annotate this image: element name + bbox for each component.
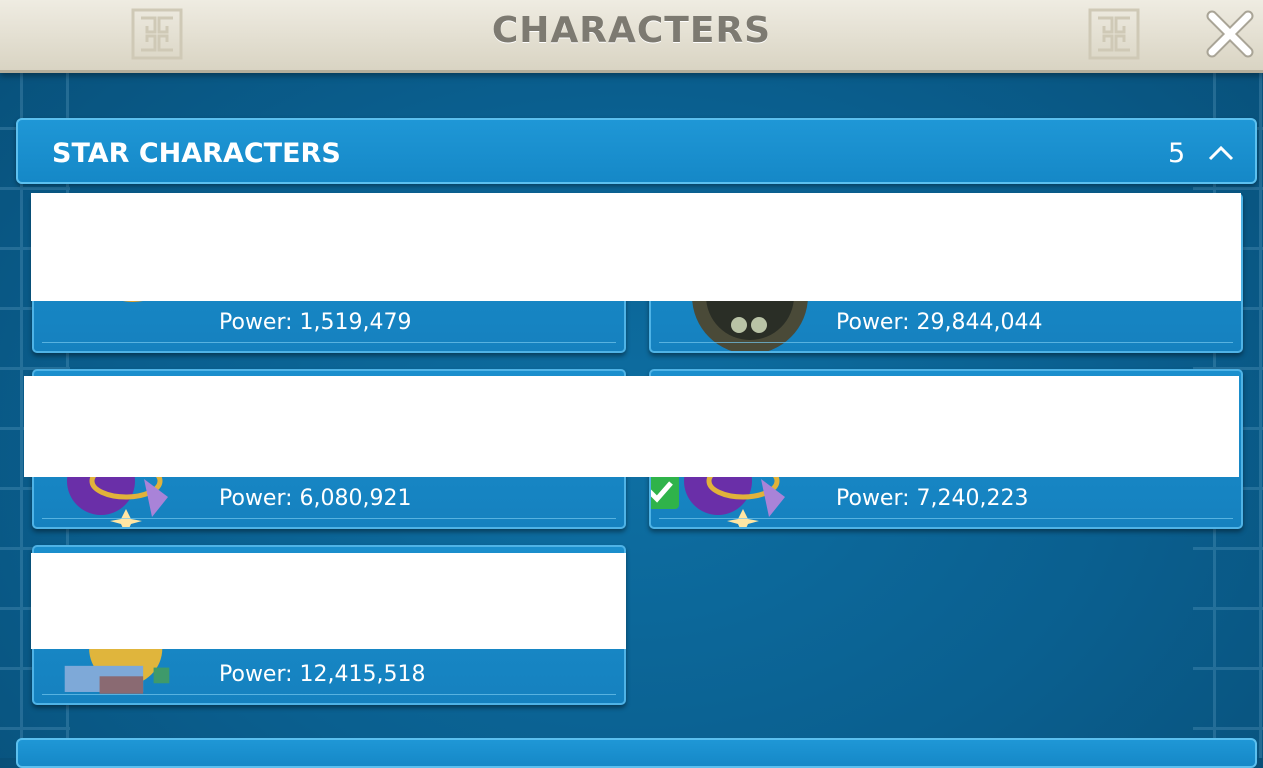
star-characters-header[interactable]: STAR CHARACTERS 5 bbox=[16, 118, 1257, 184]
card-divider bbox=[659, 518, 1233, 519]
page-title: CHARACTERS bbox=[491, 10, 772, 51]
card-divider bbox=[42, 694, 616, 695]
character-power: Power: 12,415,518 bbox=[219, 662, 426, 687]
card-divider bbox=[42, 518, 616, 519]
title-bar: CHARACTERS bbox=[0, 0, 1263, 73]
section-title: STAR CHARACTERS bbox=[52, 138, 341, 169]
card-divider bbox=[42, 342, 616, 343]
character-power: Power: 7,240,223 bbox=[836, 486, 1029, 511]
chevron-up-icon[interactable] bbox=[1206, 140, 1236, 166]
card-divider bbox=[659, 342, 1233, 343]
close-icon[interactable] bbox=[1204, 8, 1256, 60]
redacted-area bbox=[31, 193, 1241, 301]
meander-ornament-icon bbox=[1088, 8, 1140, 60]
character-power: Power: 29,844,044 bbox=[836, 310, 1043, 335]
next-section-header[interactable] bbox=[16, 738, 1257, 768]
selected-check-icon bbox=[651, 473, 679, 509]
character-power: Power: 1,519,479 bbox=[219, 310, 412, 335]
redacted-area bbox=[31, 553, 626, 649]
redacted-area bbox=[24, 376, 1239, 477]
character-power: Power: 6,080,921 bbox=[219, 486, 412, 511]
section-count: 5 bbox=[1168, 138, 1186, 169]
